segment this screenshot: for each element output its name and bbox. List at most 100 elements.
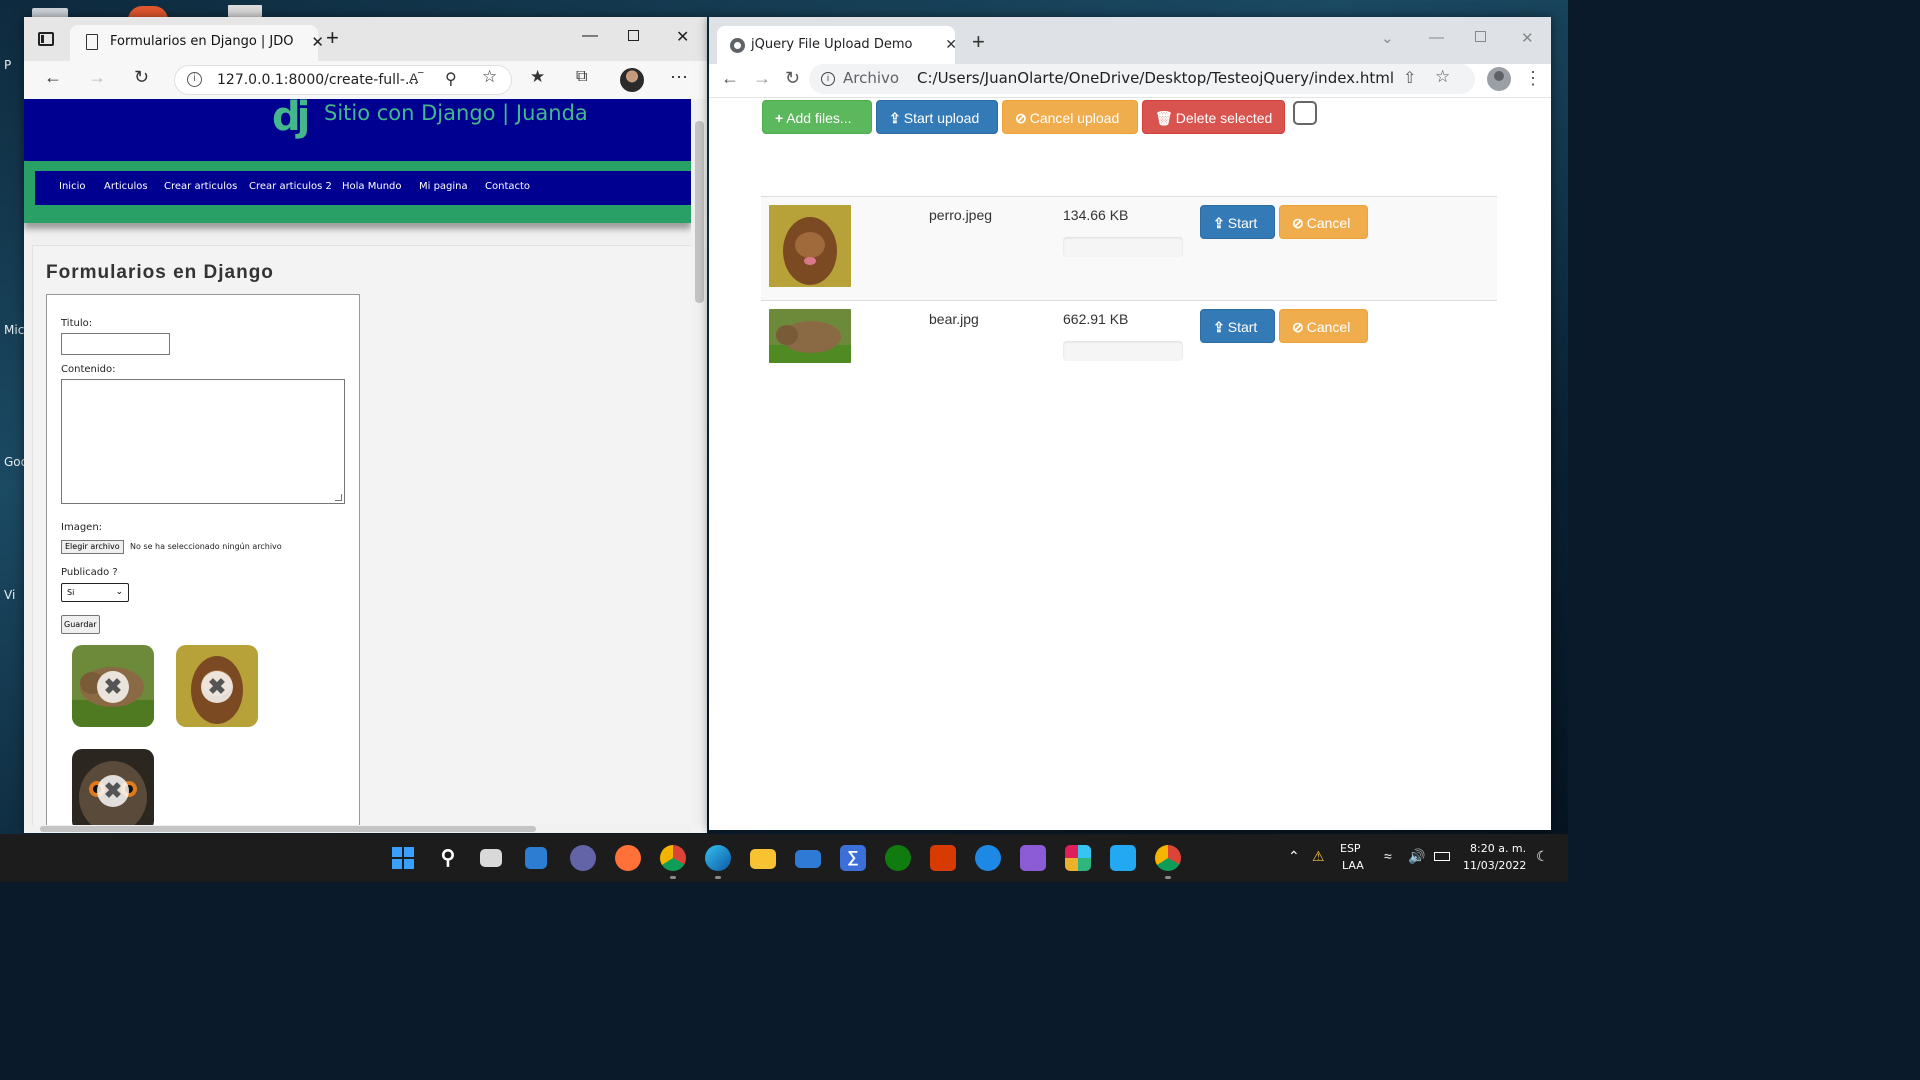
- chrome-icon[interactable]: [660, 845, 686, 871]
- nav-item-inicio[interactable]: Inicio: [59, 181, 85, 192]
- slack-icon[interactable]: [1065, 845, 1091, 871]
- nav-item-hola-mundo[interactable]: Hola Mundo: [342, 181, 402, 192]
- nav-item-crear-articulos-2[interactable]: Crear articulos 2: [249, 181, 332, 192]
- battery-icon[interactable]: [1434, 852, 1450, 861]
- more-options-icon[interactable]: ⋯: [670, 67, 688, 88]
- tab-actions-icon[interactable]: [38, 32, 54, 46]
- django-logo[interactable]: dj: [272, 99, 310, 137]
- bookmark-star-icon[interactable]: ☆: [1435, 67, 1450, 87]
- clock-date[interactable]: 11/03/2022: [1463, 859, 1526, 872]
- forward-icon[interactable]: →: [88, 67, 106, 88]
- close-window-icon[interactable]: ✕: [1521, 29, 1534, 47]
- favorites-icon[interactable]: ★: [530, 67, 545, 87]
- url-text[interactable]: C:/Users/JuanOlarte/OneDrive/Desktop/Tes…: [917, 69, 1394, 87]
- zoom-icon[interactable]: ⚲: [445, 69, 457, 89]
- maximize-icon[interactable]: [1475, 31, 1486, 42]
- office-icon[interactable]: [930, 845, 956, 871]
- azure-data-studio-icon[interactable]: [975, 845, 1001, 871]
- firefox-icon[interactable]: [615, 845, 641, 871]
- task-view-icon[interactable]: [480, 849, 502, 867]
- chat-icon[interactable]: [570, 845, 596, 871]
- cancel-button[interactable]: ⊘ Cancel: [1279, 309, 1368, 343]
- nav-item-crear-articulos[interactable]: Crear articulos: [164, 181, 237, 192]
- scrollbar-thumb[interactable]: [695, 121, 704, 303]
- new-tab-button[interactable]: +: [972, 31, 985, 53]
- vscode-icon[interactable]: [1110, 845, 1136, 871]
- contenido-textarea[interactable]: [61, 379, 345, 504]
- windows-logo: [392, 847, 414, 869]
- address-bar[interactable]: i 127.0.0.1:8000/create-full-...: [174, 65, 512, 95]
- horizontal-scrollbar[interactable]: [24, 825, 691, 833]
- add-files-button[interactable]: + Add files...: [762, 100, 872, 134]
- back-icon[interactable]: ←: [721, 68, 739, 89]
- collections-icon[interactable]: ⧉: [576, 68, 587, 86]
- close-tab-icon[interactable]: ✕: [311, 33, 324, 51]
- wifi-icon[interactable]: ≈: [1384, 848, 1392, 864]
- choose-file-button[interactable]: Elegir archivo: [61, 540, 124, 554]
- maximize-icon[interactable]: [628, 30, 639, 41]
- language-indicator[interactable]: ESP: [1340, 842, 1361, 855]
- chrome-tab-active[interactable]: jQuery File Upload Demo ✕: [717, 26, 957, 64]
- minimize-icon[interactable]: —: [582, 27, 598, 45]
- remove-icon[interactable]: ✖: [201, 671, 233, 703]
- desktop-label[interactable]: Vi: [4, 588, 15, 602]
- minimize-icon[interactable]: —: [1429, 29, 1444, 46]
- cancel-upload-button[interactable]: ⊘ Cancel upload: [1002, 100, 1138, 134]
- tab-search-icon[interactable]: ⌄: [1381, 29, 1394, 47]
- new-tab-button[interactable]: +: [326, 27, 339, 49]
- desktop-label[interactable]: P: [4, 58, 11, 72]
- file-explorer-icon[interactable]: [750, 849, 776, 869]
- chevron-up-icon[interactable]: ⌃: [1288, 848, 1300, 865]
- refresh-icon[interactable]: ↻: [785, 68, 800, 89]
- start-button[interactable]: ⇪ Start: [1200, 309, 1275, 343]
- remove-icon[interactable]: ✖: [97, 671, 129, 703]
- nav-item-articulos[interactable]: Articulos: [104, 181, 148, 192]
- more-options-icon[interactable]: ⋮: [1524, 68, 1542, 89]
- start-button[interactable]: ⇪ Start: [1200, 205, 1275, 239]
- volume-icon[interactable]: 🔊: [1408, 848, 1425, 865]
- desktop-label[interactable]: Mic: [4, 323, 24, 337]
- close-window-icon[interactable]: ✕: [676, 27, 689, 47]
- remove-icon[interactable]: ✖: [97, 775, 129, 807]
- address-bar[interactable]: i Archivo C:/Users/JuanOlarte/OneDrive/D…: [809, 64, 1475, 94]
- forward-icon[interactable]: →: [753, 68, 771, 89]
- mail-icon[interactable]: [795, 850, 821, 868]
- add-favorite-icon[interactable]: ☆: [482, 67, 497, 87]
- url-text[interactable]: 127.0.0.1:8000/create-full-...: [217, 72, 418, 88]
- widgets-icon[interactable]: [525, 847, 547, 869]
- site-info-icon[interactable]: i: [187, 72, 202, 87]
- keyboard-layout-indicator[interactable]: LAA: [1342, 859, 1364, 872]
- visual-studio-icon[interactable]: [1020, 845, 1046, 871]
- scrollbar-thumb[interactable]: [40, 826, 536, 832]
- close-tab-icon[interactable]: ✕: [945, 36, 957, 53]
- start-icon[interactable]: [390, 845, 416, 871]
- search-icon[interactable]: ⚲: [435, 845, 461, 871]
- back-icon[interactable]: ←: [44, 67, 62, 88]
- focus-assist-icon[interactable]: ☾: [1536, 848, 1549, 865]
- visual-studio-code-alt-icon[interactable]: ∑: [840, 845, 866, 871]
- edge-icon[interactable]: [705, 845, 731, 871]
- xbox-icon[interactable]: [885, 845, 911, 871]
- guardar-button[interactable]: Guardar: [61, 615, 100, 634]
- share-icon[interactable]: ⇧: [1403, 68, 1416, 88]
- edge-tab-active[interactable]: Formularios en Django | JDO ✕: [70, 25, 324, 61]
- avatar[interactable]: [620, 68, 644, 92]
- refresh-icon[interactable]: ↻: [134, 67, 149, 88]
- clock-time[interactable]: 8:20 a. m.: [1470, 842, 1526, 855]
- vertical-scrollbar[interactable]: [691, 99, 707, 825]
- publicado-select[interactable]: Si ⌄: [61, 583, 129, 602]
- profile-avatar-icon[interactable]: [1487, 67, 1511, 91]
- read-aloud-icon[interactable]: A‾: [409, 70, 423, 86]
- nav-item-contacto[interactable]: Contacto: [485, 181, 530, 192]
- cancel-button[interactable]: ⊘ Cancel: [1279, 205, 1368, 239]
- nav-item-mi-pagina[interactable]: Mi pagina: [419, 181, 468, 192]
- start-upload-button[interactable]: ⇪ Start upload: [876, 100, 998, 134]
- titulo-input[interactable]: [61, 333, 170, 355]
- desktop-file-icon[interactable]: [228, 5, 262, 17]
- select-all-checkbox[interactable]: [1293, 101, 1317, 125]
- site-info-icon[interactable]: i: [821, 72, 835, 86]
- delete-selected-button[interactable]: 🗑 Delete selected: [1142, 100, 1285, 134]
- onedrive-warning-icon[interactable]: ⚠: [1312, 848, 1325, 865]
- cancel-label: Cancel: [1306, 319, 1351, 335]
- chrome-icon[interactable]: [1155, 845, 1181, 871]
